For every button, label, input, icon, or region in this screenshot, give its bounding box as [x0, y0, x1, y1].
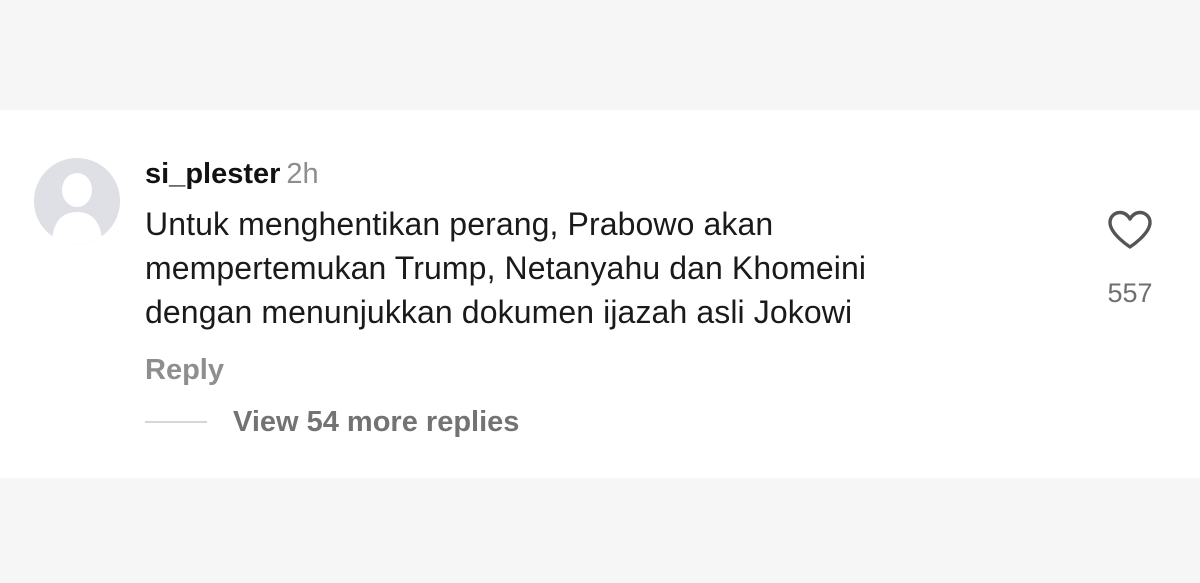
like-button[interactable] — [1107, 210, 1153, 250]
user-avatar[interactable] — [34, 158, 120, 244]
top-background — [0, 0, 1200, 110]
like-count: 557 — [1107, 278, 1153, 308]
comment-text: Untuk menghentikan perang, Prabowo akan … — [145, 206, 867, 330]
default-profile-avatar-icon — [34, 158, 120, 244]
comment-timestamp: 2h — [286, 158, 319, 190]
username-link[interactable]: si_plester — [145, 158, 280, 190]
heart-outline-icon — [1108, 210, 1152, 249]
view-more-replies-button[interactable]: View 54 more replies — [145, 404, 519, 440]
replies-divider — [145, 421, 207, 423]
view-more-replies-label: View 54 more replies — [233, 406, 520, 438]
comment-card: si_plester 2h Untuk menghentikan perang, … — [0, 110, 1200, 478]
like-area: 557 — [1090, 210, 1170, 309]
comment-header: si_plester 2h — [145, 156, 1065, 192]
reply-button[interactable]: Reply — [145, 352, 224, 388]
bottom-background — [0, 478, 1200, 583]
comment-body: si_plester 2h Untuk menghentikan perang, … — [145, 156, 1065, 334]
